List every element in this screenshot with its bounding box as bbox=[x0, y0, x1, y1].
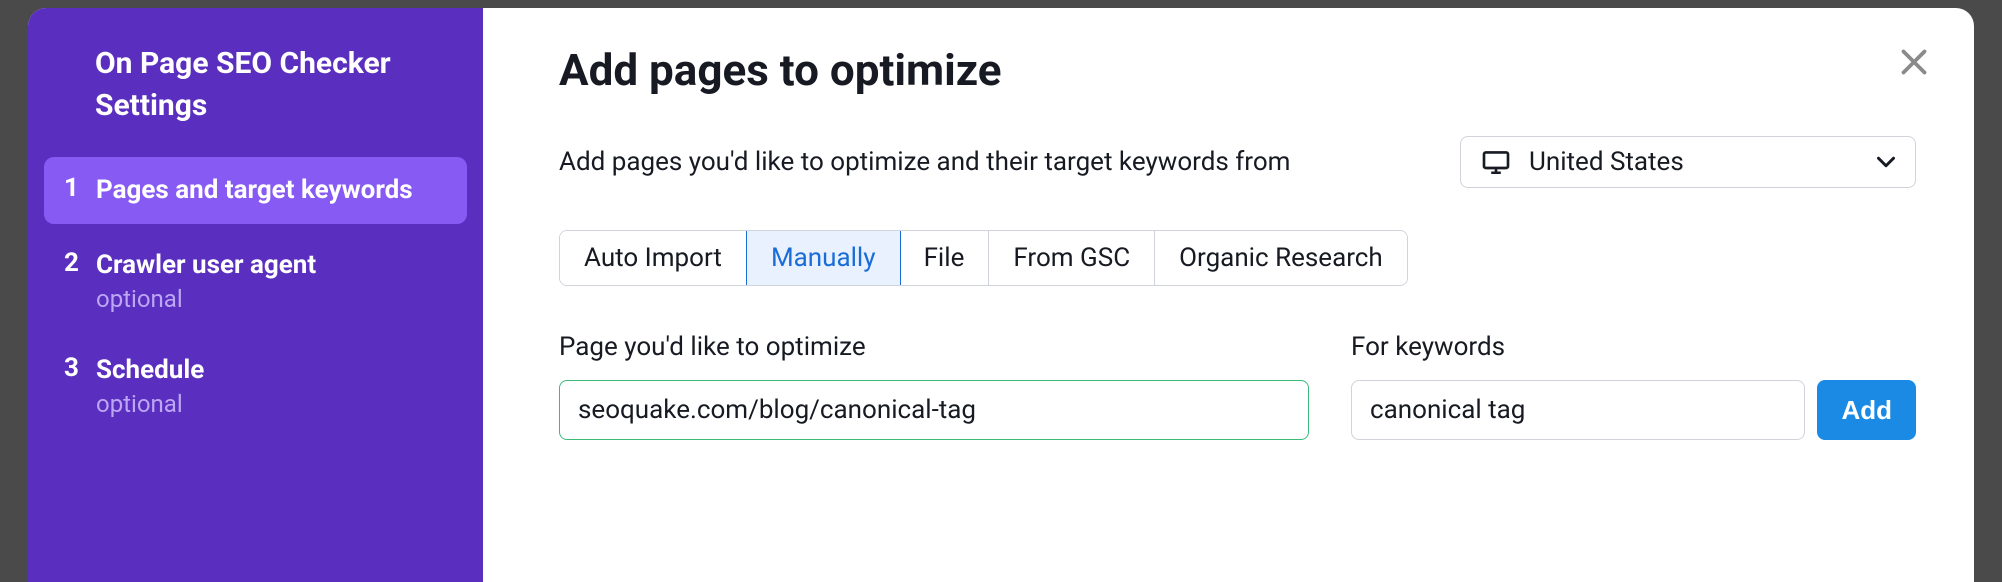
description-text: Add pages you'd like to optimize and the… bbox=[559, 147, 1290, 177]
close-button[interactable] bbox=[1896, 44, 1932, 80]
step-label: Crawler user agent bbox=[96, 248, 316, 283]
page-title: Add pages to optimize bbox=[559, 44, 1916, 96]
sidebar-step-pages-keywords[interactable]: 1 Pages and target keywords bbox=[44, 157, 467, 224]
tab-manually[interactable]: Manually bbox=[746, 230, 901, 286]
country-label: United States bbox=[1529, 147, 1877, 177]
step-number: 3 bbox=[64, 353, 96, 418]
form-row: Page you'd like to optimize For keywords… bbox=[559, 332, 1916, 440]
settings-modal: On Page SEO Checker Settings 1 Pages and… bbox=[28, 8, 1974, 582]
country-select[interactable]: United States bbox=[1460, 136, 1916, 188]
page-label: Page you'd like to optimize bbox=[559, 332, 1309, 362]
tab-file[interactable]: File bbox=[900, 231, 990, 285]
chevron-down-icon bbox=[1877, 153, 1895, 171]
keywords-label: For keywords bbox=[1351, 332, 1916, 362]
sidebar-title: On Page SEO Checker Settings bbox=[44, 43, 467, 127]
step-label: Schedule bbox=[96, 353, 204, 388]
close-icon bbox=[1896, 44, 1932, 80]
sidebar: On Page SEO Checker Settings 1 Pages and… bbox=[28, 8, 483, 582]
sidebar-step-crawler-agent[interactable]: 2 Crawler user agent optional bbox=[44, 232, 467, 329]
step-number: 2 bbox=[64, 248, 96, 313]
main-content: Add pages to optimize Add pages you'd li… bbox=[483, 8, 1974, 582]
keywords-input[interactable] bbox=[1351, 380, 1805, 440]
source-tabs: Auto Import Manually File From GSC Organ… bbox=[559, 230, 1408, 286]
header-row: Add pages you'd like to optimize and the… bbox=[559, 136, 1916, 188]
desktop-icon bbox=[1481, 150, 1511, 174]
form-group-keywords: For keywords Add bbox=[1351, 332, 1916, 440]
form-group-page: Page you'd like to optimize bbox=[559, 332, 1309, 440]
step-label: Pages and target keywords bbox=[96, 173, 413, 208]
sidebar-step-schedule[interactable]: 3 Schedule optional bbox=[44, 337, 467, 434]
step-optional: optional bbox=[96, 390, 204, 418]
page-input[interactable] bbox=[559, 380, 1309, 440]
tab-organic-research[interactable]: Organic Research bbox=[1155, 231, 1407, 285]
tab-from-gsc[interactable]: From GSC bbox=[989, 231, 1155, 285]
step-number: 1 bbox=[64, 173, 96, 208]
step-optional: optional bbox=[96, 285, 316, 313]
add-button[interactable]: Add bbox=[1817, 380, 1916, 440]
tab-auto-import[interactable]: Auto Import bbox=[560, 231, 747, 285]
